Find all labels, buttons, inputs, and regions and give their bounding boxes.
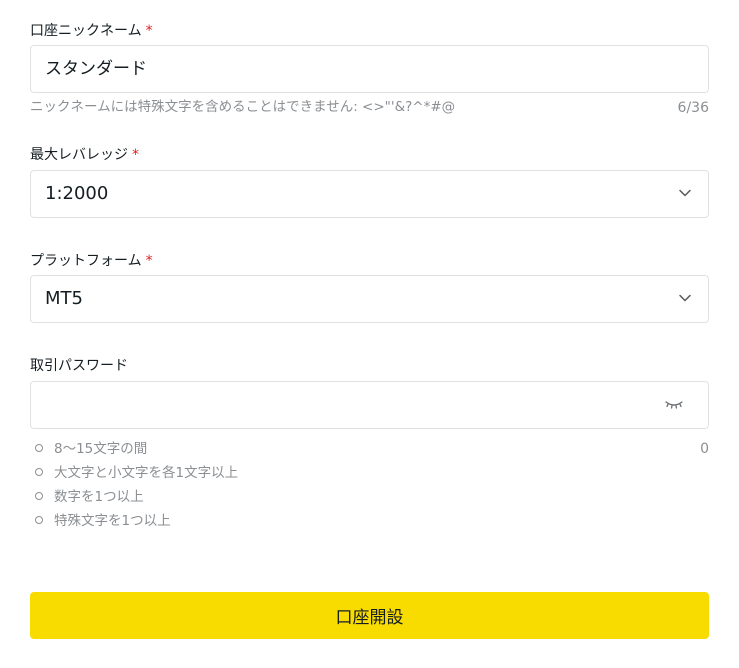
requirement-item: 数字を1つ以上 [30, 487, 709, 511]
circle-bullet-icon [35, 468, 43, 476]
leverage-label: 最大レバレッジ * [30, 146, 139, 164]
nickname-hint: ニックネームには特殊文字を含めることはできません: <>"'&?^*#@ [30, 99, 456, 115]
password-requirements: 8～15文字の間 大文字と小文字を各1文字以上 数字を1つ以上 特殊文字を1つ以… [30, 439, 709, 535]
requirement-text: 8～15文字の間 [54, 441, 148, 457]
requirement-item: 大文字と小文字を各1文字以上 [30, 463, 709, 487]
leverage-label-text: 最大レバレッジ [30, 147, 128, 163]
chevron-down-icon[interactable] [678, 188, 692, 198]
platform-label-text: プラットフォーム [30, 253, 142, 269]
required-mark: * [145, 253, 153, 269]
required-mark: * [132, 147, 139, 163]
leverage-select[interactable]: 1:2000 [30, 170, 709, 218]
nickname-label-text: 口座ニックネーム [30, 23, 142, 39]
chevron-down-icon[interactable] [678, 293, 692, 303]
leverage-value: 1:2000 [45, 183, 109, 204]
open-account-button[interactable]: 口座開設 [30, 592, 709, 639]
requirement-text: 数字を1つ以上 [54, 489, 144, 505]
requirement-item: 8～15文字の間 [30, 439, 709, 463]
circle-bullet-icon [35, 516, 43, 524]
password-input[interactable] [30, 381, 709, 429]
requirement-text: 特殊文字を1つ以上 [54, 513, 171, 529]
platform-value: MT5 [45, 288, 83, 309]
circle-bullet-icon [35, 492, 43, 500]
required-mark: * [145, 23, 153, 39]
password-label: 取引パスワード [30, 358, 128, 374]
nickname-counter: 6/36 [677, 100, 709, 116]
platform-select[interactable]: MT5 [30, 275, 709, 323]
circle-bullet-icon [35, 444, 43, 452]
nickname-input[interactable]: スタンダード [30, 45, 709, 93]
requirement-item: 特殊文字を1つ以上 [30, 511, 709, 535]
eye-closed-icon[interactable] [664, 396, 684, 412]
nickname-label: 口座ニックネーム * [30, 22, 153, 40]
platform-label: プラットフォーム * [30, 252, 153, 270]
requirement-text: 大文字と小文字を各1文字以上 [54, 465, 239, 481]
nickname-value[interactable]: スタンダード [45, 46, 147, 92]
